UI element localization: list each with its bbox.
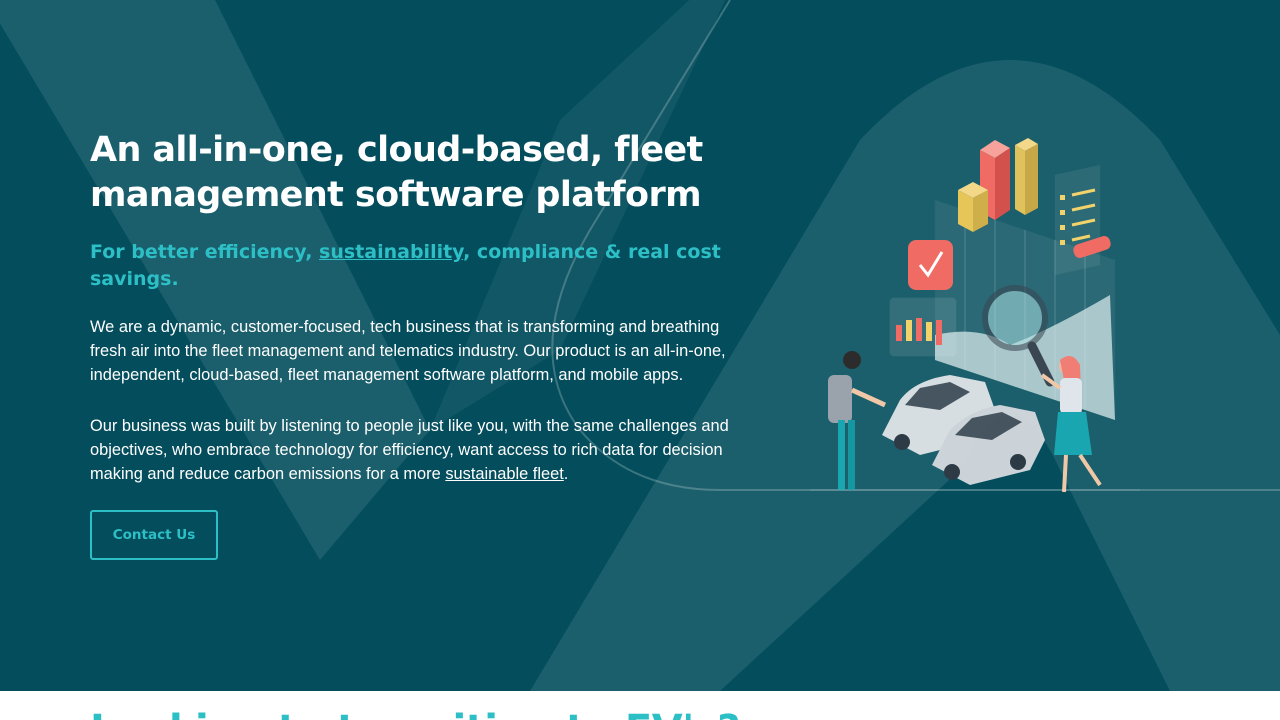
hero-subtitle: For better efficiency, sustainability, c… — [90, 239, 730, 293]
contact-us-button[interactable]: Contact Us — [90, 510, 218, 560]
business-paragraph-text: Our business was built by listening to p… — [90, 417, 729, 483]
hero-content: An all-in-one, cloud-based, fleet manage… — [90, 128, 750, 560]
fleet-analytics-illustration — [810, 138, 1140, 493]
subtitle-text: For better efficiency, — [90, 241, 320, 263]
hero-section: An all-in-one, cloud-based, fleet manage… — [0, 0, 1280, 691]
sustainable-fleet-link[interactable]: sustainable fleet — [445, 465, 563, 483]
sustainability-link[interactable]: sustainability — [319, 241, 463, 263]
page-title: An all-in-one, cloud-based, fleet manage… — [90, 130, 703, 215]
business-paragraph: Our business was built by listening to p… — [90, 414, 740, 486]
business-paragraph-end: . — [563, 465, 569, 483]
ev-section-heading: Looking to transition to EV's? — [90, 707, 740, 720]
intro-paragraph: We are a dynamic, customer-focused, tech… — [90, 318, 726, 384]
ev-transition-section: Looking to transition to EV's? — [0, 691, 1280, 720]
